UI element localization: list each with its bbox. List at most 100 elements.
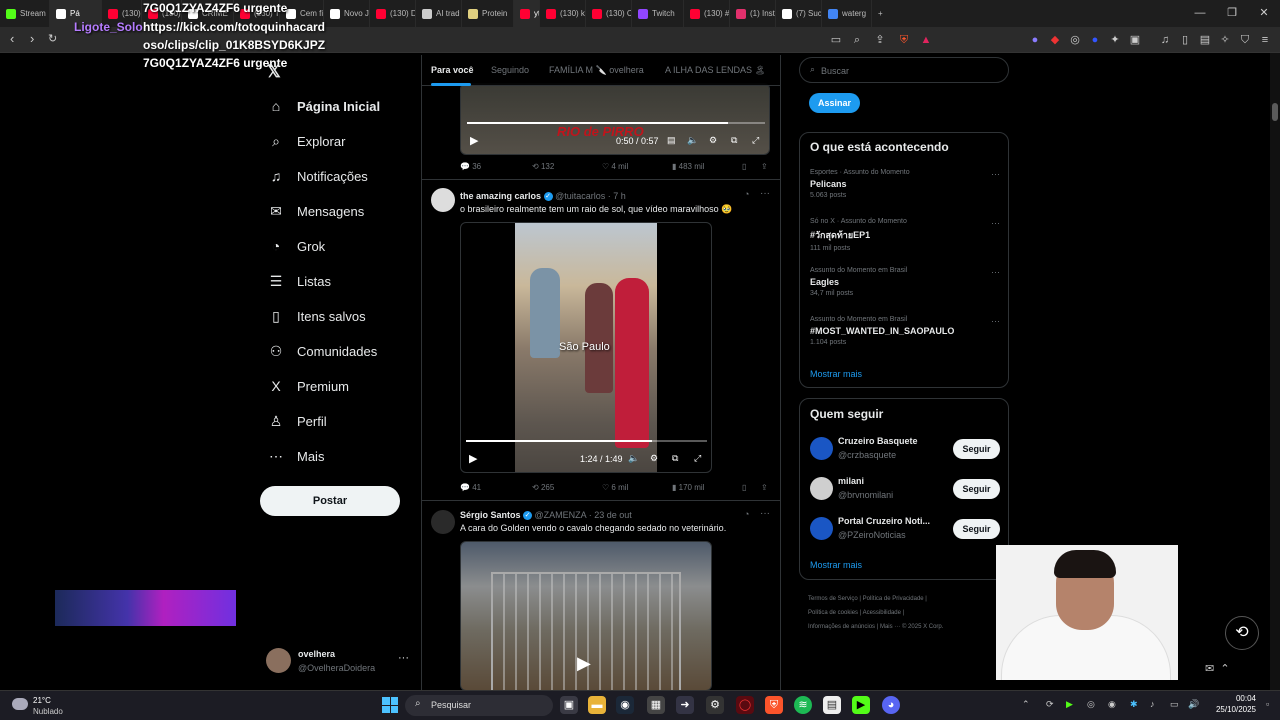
maximize-button[interactable]: ❐ [1216, 0, 1248, 27]
discord-icon[interactable]: ◕ [882, 696, 900, 714]
avatar[interactable] [810, 477, 833, 500]
video-player[interactable]: São Paulo ▶ 1:24 / 1:49 🔈 ⚙ ⧉ ⤢ [460, 222, 712, 473]
footer-link[interactable]: Acessibilidade [863, 610, 901, 616]
tab-familia-m[interactable]: FAMÍLIA M 🔪 ovelhera [549, 65, 644, 76]
views-button[interactable]: ▮ 483 mil [672, 162, 704, 171]
screenshot-icon[interactable]: ▣ [1128, 33, 1142, 47]
spotify-icon[interactable]: ≋ [794, 696, 812, 714]
display-icon[interactable]: ▭ [1170, 699, 1179, 710]
avatar[interactable] [431, 188, 455, 212]
follow-suggestion[interactable]: milani @brvnomilani Seguir [810, 475, 1000, 503]
bookmark-icon[interactable]: ▯ [742, 483, 746, 492]
play-icon[interactable]: ▶ [577, 653, 591, 674]
extension-icon[interactable]: ● [1028, 33, 1042, 47]
more-icon[interactable]: ··· [398, 652, 409, 664]
zoom-icon[interactable]: ⌕ [850, 33, 864, 47]
nav-item-comunidades[interactable]: ⚇ Comunidades [258, 339, 378, 363]
follow-button[interactable]: Seguir [953, 439, 1000, 459]
tray-app-icon[interactable]: ◉ [1108, 699, 1116, 710]
tab-para-voce[interactable]: Para você [431, 65, 474, 75]
extension-icon[interactable]: ◆ [1048, 33, 1062, 47]
app-icon[interactable]: ◯ [736, 696, 754, 714]
tweet-time[interactable]: · 23 de out [589, 510, 632, 520]
show-more-link[interactable]: Mostrar mais [810, 369, 862, 379]
author-name[interactable]: the amazing carlos [460, 191, 541, 201]
grok-icon[interactable]: ◔ [744, 189, 749, 199]
trend-item[interactable]: Só no X · Assunto do Momento #วักสุดท้ายE… [810, 218, 1000, 252]
avatar[interactable] [431, 510, 455, 534]
browser-tab[interactable]: (1) Inst [730, 0, 776, 27]
more-icon[interactable]: ··· [991, 218, 1000, 228]
browser-tab[interactable]: (130) D [370, 0, 416, 27]
browser-tab[interactable]: ytb [514, 0, 540, 27]
footer-link[interactable]: Política de Privacidade [863, 596, 924, 602]
browser-tab[interactable]: waterg [822, 0, 872, 27]
footer-link[interactable]: Mais ··· [880, 624, 900, 630]
pip-icon[interactable]: ⧉ [731, 135, 737, 146]
browser-tab[interactable]: AI trad [416, 0, 462, 27]
share-icon[interactable]: ⇪ [761, 162, 768, 171]
follow-button[interactable]: Seguir [953, 479, 1000, 499]
minimize-button[interactable]: — [1184, 0, 1216, 27]
avatar[interactable] [810, 437, 833, 460]
back-icon[interactable]: ‹ [10, 31, 14, 46]
leo-ai-icon[interactable]: ✧ [1218, 33, 1232, 47]
nav-item-listas[interactable]: ☰ Listas [258, 269, 331, 293]
system-clock[interactable]: 00:04 25/10/2025 [1206, 694, 1256, 714]
author-handle[interactable]: @tuitacarlos [555, 191, 605, 201]
browser-tab[interactable]: (130) C [586, 0, 632, 27]
reload-icon[interactable]: ↻ [48, 32, 57, 45]
tray-app-icon[interactable]: ◎ [1087, 699, 1095, 710]
repost-button[interactable]: ⟲ 265 [532, 483, 554, 492]
cast-icon[interactable]: ▭ [829, 33, 843, 47]
app-icon[interactable]: ➜ [676, 696, 694, 714]
settings-icon[interactable]: ⚙ [650, 453, 658, 464]
more-icon[interactable]: ··· [991, 316, 1000, 326]
nav-item-premium[interactable]: X Premium [258, 374, 349, 398]
share-icon[interactable]: ⇪ [873, 33, 887, 47]
subscribe-button[interactable]: Assinar [809, 93, 860, 113]
video-player[interactable]: RIO de PIRRO ▶ 0:50 / 0:57 ▤ 🔈 ⚙ ⧉ ⤢ [460, 83, 770, 155]
search-input[interactable]: ⌕ Buscar [799, 57, 1009, 83]
footer-link[interactable]: Informações de anúncios [808, 624, 875, 630]
grok-icon[interactable]: ◔ [744, 509, 749, 519]
trend-item[interactable]: Assunto do Momento em Brasil Eagles 34,7 m… [810, 267, 1000, 297]
new-tab-button[interactable]: + [872, 0, 889, 27]
x-logo-icon[interactable]: 𝕏 [267, 62, 281, 82]
more-icon[interactable]: ··· [760, 508, 770, 519]
account-switcher[interactable]: ovelhera @OvelheraDoidera ··· [266, 646, 416, 676]
like-button[interactable]: ♡ 4 mil [602, 162, 628, 171]
trend-item[interactable]: Assunto do Momento em Brasil #MOST_WANTED… [810, 316, 1000, 346]
extensions-icon[interactable]: ✦ [1108, 33, 1122, 47]
more-icon[interactable]: ··· [991, 267, 1000, 277]
page-scrollbar[interactable] [1270, 53, 1280, 690]
browser-tab[interactable]: Protein [462, 0, 514, 27]
nav-item-mais[interactable]: ⋯ Mais [258, 444, 324, 468]
kick-icon[interactable]: ▶ [852, 696, 870, 714]
close-button[interactable]: ✕ [1248, 0, 1280, 27]
more-icon[interactable]: ··· [991, 169, 1000, 179]
video-player[interactable]: ▶ [460, 541, 712, 690]
video-progress-bar[interactable] [467, 122, 765, 124]
video-progress-bar[interactable] [466, 440, 707, 442]
nav-item-notificações[interactable]: ♫ Notificações [258, 164, 368, 188]
browser-tab[interactable]: Novo Ji [324, 0, 370, 27]
nav-item-grok[interactable]: ◔ Grok [258, 234, 325, 258]
tray-app-icon[interactable]: ▶ [1066, 699, 1073, 710]
start-button[interactable] [382, 697, 398, 713]
nav-item-explorar[interactable]: ⌕ Explorar [258, 129, 345, 153]
app-icon[interactable]: ▦ [647, 696, 665, 714]
footer-link[interactable]: Termos de Serviço [808, 596, 858, 602]
volume-icon[interactable]: 🔊 [1188, 699, 1199, 710]
show-more-link[interactable]: Mostrar mais [810, 560, 862, 570]
tab-seguindo[interactable]: Seguindo [491, 65, 529, 75]
scrollbar-thumb[interactable] [1272, 103, 1278, 121]
views-button[interactable]: ▮ 170 mil [672, 483, 704, 492]
follow-suggestion[interactable]: Cruzeiro Basquete @crzbasquete Seguir [810, 435, 1000, 463]
fullscreen-icon[interactable]: ⤢ [694, 453, 701, 464]
post-button[interactable]: Postar [260, 486, 400, 516]
brave-shields-icon[interactable]: ⛨ [897, 33, 911, 47]
nav-item-mensagens[interactable]: ✉ Mensagens [258, 199, 364, 223]
vpn-icon[interactable]: ⛉ [1238, 33, 1252, 47]
microphone-icon[interactable]: ♪ [1150, 699, 1155, 709]
